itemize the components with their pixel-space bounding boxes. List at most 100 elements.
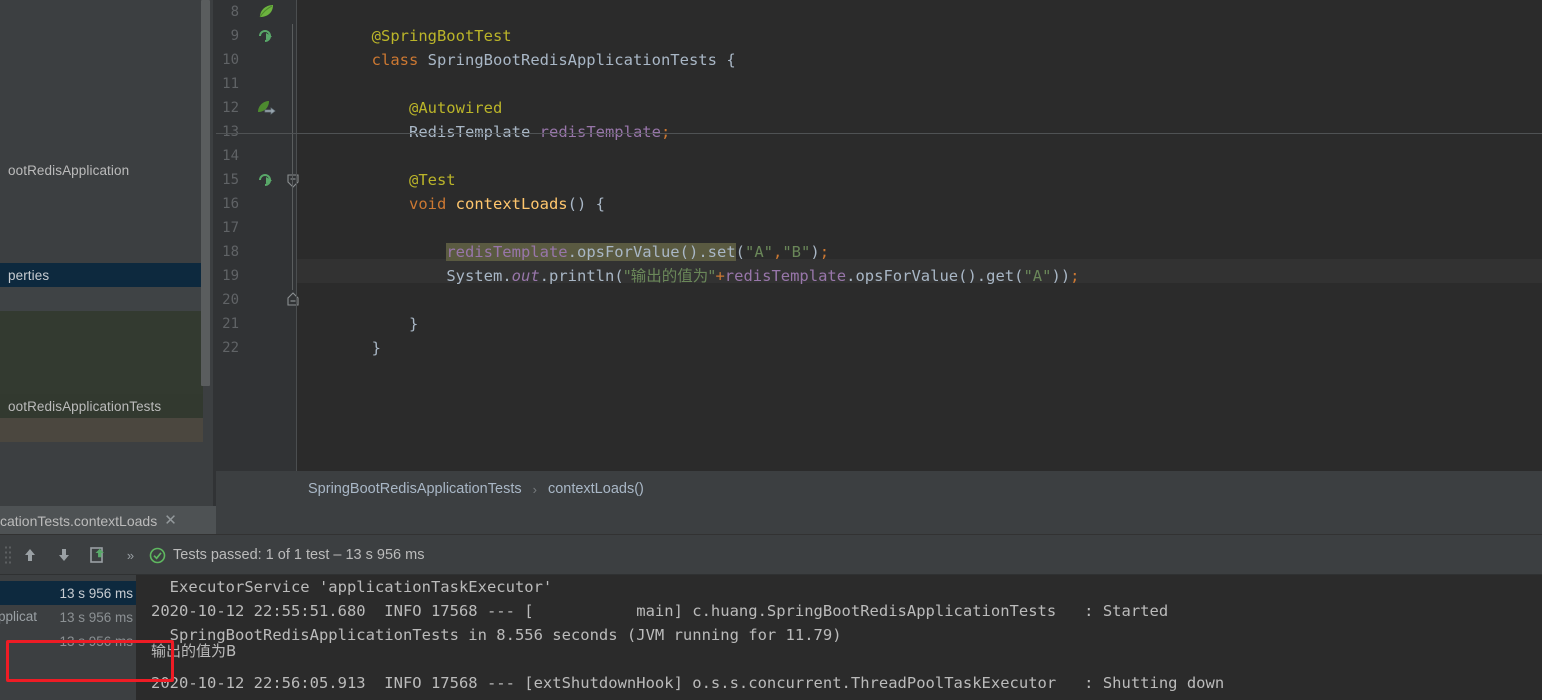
line-number: 12 — [222, 100, 239, 116]
expand-toolbar-icon[interactable]: » — [115, 548, 145, 563]
line-number: 15 — [222, 172, 239, 188]
run-tab-contextloads[interactable]: cationTests.contextLoads ✕ — [0, 506, 216, 535]
paren-close: ) — [1051, 267, 1061, 285]
run-toolbar: » Tests passed: 1 of 1 test – 13 s 956 m… — [0, 535, 1542, 575]
breadcrumb-class[interactable]: SpringBootRedisApplicationTests — [308, 481, 522, 497]
brace: { — [726, 51, 736, 69]
class-system: System — [446, 267, 503, 285]
sidebar-item-label: ootRedisApplication — [8, 162, 130, 178]
sidebar-item-label: perties — [8, 267, 50, 283]
sidebar-band — [0, 418, 203, 442]
breadcrumb-method[interactable]: contextLoads() — [548, 481, 644, 497]
code-line-21: } — [297, 312, 381, 357]
line-number: 17 — [222, 220, 239, 236]
console-line-output-value: 输出的值为B — [151, 642, 237, 660]
brace: } — [408, 315, 419, 333]
arrow-up-icon[interactable] — [13, 540, 47, 570]
test-tree-row[interactable]: 13 s 956 ms — [0, 581, 136, 605]
line-number: 8 — [230, 4, 239, 20]
close-icon[interactable]: ✕ — [164, 513, 177, 528]
call-opsforvalue: opsForValue — [855, 267, 959, 285]
line-number: 10 — [222, 52, 239, 68]
plus-operator: + — [715, 267, 725, 285]
breadcrumb[interactable]: SpringBootRedisApplicationTests › contex… — [216, 471, 1542, 507]
editor-gutter[interactable]: 8 9 10 11 12 13 14 15 16 17 18 19 20 21 … — [216, 0, 299, 471]
dot: . — [976, 267, 987, 285]
string-chinese: "输出的值为" — [623, 267, 716, 285]
code-line-14: @Test — [297, 144, 456, 189]
console-line: 2020-10-12 22:56:05.913 INFO 17568 --- [… — [151, 674, 1225, 692]
test-node-label: pplicat — [0, 609, 38, 624]
class-name: SpringBootRedisApplicationTests — [427, 51, 717, 69]
line-number: 22 — [222, 340, 239, 356]
console-line: 2020-10-12 22:55:51.680 INFO 17568 --- [… — [151, 602, 1169, 620]
spring-bean-autowired-icon[interactable] — [256, 96, 276, 120]
test-duration: 13 s 956 ms — [59, 585, 133, 601]
run-tab-strip: cationTests.contextLoads ✕ — [0, 506, 1542, 535]
dot: . — [502, 267, 512, 285]
call-get: get — [986, 267, 1015, 285]
console-output[interactable]: ExecutorService 'applicationTaskExecutor… — [137, 575, 1542, 700]
brace: { — [595, 195, 605, 213]
fold-region-line — [292, 24, 293, 290]
test-duration: 13 s 956 ms — [59, 633, 133, 649]
project-tool-window[interactable]: ootRedisApplication perties ootRedisAppl… — [0, 0, 216, 506]
line-number: 9 — [230, 28, 239, 44]
line-number: 11 — [222, 76, 239, 92]
code-line-18: System.out.println("输出的值为"+redisTemplate… — [297, 240, 1079, 285]
code-text[interactable]: @SpringBootTest class SpringBootRedisApp… — [297, 0, 1542, 471]
sidebar-item-label: ootRedisApplicationTests — [8, 398, 162, 414]
export-test-results-icon[interactable] — [81, 540, 115, 570]
console-line: ExecutorService 'applicationTaskExecutor… — [151, 578, 553, 596]
usage-redistemplate: redisTemplate — [724, 267, 847, 285]
line-number: 16 — [222, 196, 239, 212]
field-out: out — [511, 267, 540, 285]
test-tree-row[interactable]: pplicat 13 s 956 ms — [0, 605, 136, 629]
sidebar-item-application[interactable]: ootRedisApplication — [0, 158, 203, 182]
toolbar-drag-handle[interactable] — [3, 544, 13, 566]
code-line-12: RedisTemplate redisTemplate; — [297, 96, 670, 141]
parens: () — [567, 195, 587, 213]
arrow-down-icon[interactable] — [47, 540, 81, 570]
test-duration: 13 s 956 ms — [59, 609, 133, 625]
code-line-15: void contextLoads() { — [297, 168, 605, 213]
parens: () — [958, 267, 977, 285]
run-method-icon[interactable] — [256, 168, 276, 192]
keyword-void: void — [408, 195, 447, 213]
type-redistemplate: RedisTemplate — [408, 123, 531, 141]
editor-horizontal-separator — [216, 133, 1542, 134]
test-passed-check-icon — [145, 540, 169, 570]
console-line: SpringBootRedisApplicationTests in 8.556… — [151, 626, 842, 644]
code-editor[interactable]: 8 9 10 11 12 13 14 15 16 17 18 19 20 21 … — [216, 0, 1542, 471]
keyword-class: class — [371, 51, 419, 69]
sidebar-item-properties[interactable]: perties — [0, 263, 203, 287]
test-status-text: Tests passed: 1 of 1 test – 13 s 956 ms — [173, 547, 425, 563]
dot: . — [539, 267, 549, 285]
code-line-17: redisTemplate.opsForValue().set("A","B")… — [297, 216, 829, 261]
paren-close: ) — [1060, 267, 1071, 285]
run-class-icon[interactable] — [256, 24, 276, 48]
call-println: println — [549, 267, 615, 285]
code-line-9: class SpringBootRedisApplicationTests { — [297, 24, 736, 69]
sidebar-item-application-tests[interactable]: ootRedisApplicationTests — [0, 394, 203, 418]
line-number: 13 — [222, 124, 239, 140]
string-a: "A" — [1023, 267, 1052, 285]
code-line-20: } — [297, 288, 418, 333]
line-number: 14 — [222, 148, 239, 164]
line-number: 19 — [222, 268, 239, 284]
line-number: 21 — [222, 316, 239, 332]
field-redistemplate: redisTemplate — [539, 123, 661, 141]
method-contextloads: contextLoads — [455, 195, 568, 213]
chevron-right-icon: › — [532, 481, 537, 497]
idea-window: ootRedisApplication perties ootRedisAppl… — [0, 0, 1542, 700]
semicolon: ; — [660, 123, 671, 141]
line-number: 20 — [222, 292, 239, 308]
run-tab-label: cationTests.contextLoads — [0, 512, 158, 529]
semicolon: ; — [1070, 267, 1080, 285]
spring-leaf-icon[interactable] — [256, 0, 276, 24]
line-number: 18 — [222, 244, 239, 260]
test-tree-row[interactable]: 13 s 956 ms — [0, 629, 136, 653]
test-results-tree[interactable]: 13 s 956 ms pplicat 13 s 956 ms 13 s 956… — [0, 575, 136, 700]
code-line-11: @Autowired — [297, 72, 502, 117]
code-line-8: @SpringBootTest — [297, 0, 512, 45]
